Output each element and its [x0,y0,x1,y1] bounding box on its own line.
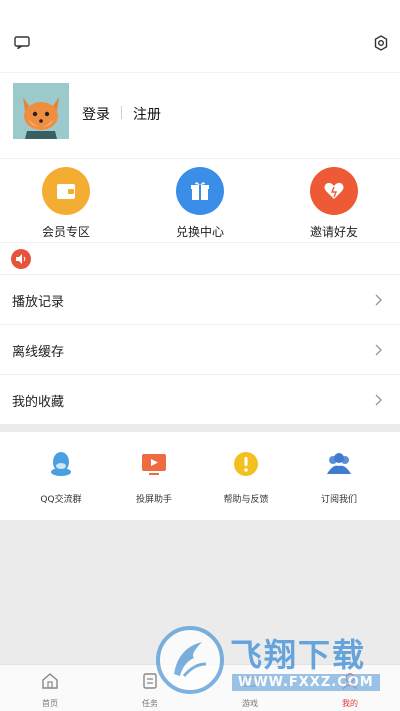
avatar[interactable] [13,83,69,139]
menu-play-history[interactable]: 播放记录 [0,274,400,324]
watermark-url: WWW.FXXZ.COM [232,674,380,691]
notice-bar[interactable] [0,242,400,274]
fox-avatar-icon [13,83,69,139]
tools-grid: QQ交流群 投屏助手 帮助与反馈 订阅我们 [0,432,400,520]
exchange-center-label: 兑换中心 [175,225,224,239]
tool-label: 订阅我们 [320,495,357,505]
watermark-logo-icon [156,626,224,694]
speaker-icon [11,249,31,269]
menu-list: 播放记录 离线缓存 我的收藏 [0,274,400,424]
people-icon [327,453,351,474]
message-icon[interactable] [14,36,30,49]
menu-label: 播放记录 [12,295,65,310]
menu-offline-cache[interactable]: 离线缓存 [0,324,400,374]
heart-icon [310,167,358,215]
cast-helper-button[interactable]: 投屏助手 [109,450,199,505]
wallet-icon [42,167,90,215]
vip-zone-label: 会员专区 [41,225,90,239]
divider [121,106,122,119]
profile-section: 登录 注册 [0,72,400,158]
invite-friends-button[interactable]: 邀请好友 [284,167,384,240]
chevron-right-icon [375,344,382,356]
help-feedback-button[interactable]: 帮助与反馈 [201,450,291,505]
menu-label: 离线缓存 [12,345,65,360]
subscribe-us-button[interactable]: 订阅我们 [294,450,384,505]
chevron-right-icon [375,394,382,406]
tab-home[interactable]: 首页 [20,671,80,709]
tool-label: QQ交流群 [40,495,82,505]
qq-group-button[interactable]: QQ交流群 [16,450,106,505]
chevron-right-icon [375,294,382,306]
help-icon [234,452,258,476]
home-icon [42,673,58,689]
gift-icon [176,167,224,215]
tool-label: 帮助与反馈 [223,495,269,505]
login-link[interactable]: 登录 [82,104,110,124]
tv-icon [142,454,166,475]
tool-label: 投屏助手 [135,495,172,505]
menu-label: 我的收藏 [12,395,65,410]
tab-label: 首页 [42,699,58,708]
watermark-title: 飞翔下载 [230,636,367,674]
vip-zone-button[interactable]: 会员专区 [16,167,116,240]
qq-icon [51,452,71,476]
invite-friends-label: 邀请好友 [309,225,358,239]
site-watermark: 飞翔下载 WWW.FXXZ.COM [152,620,388,700]
register-link[interactable]: 注册 [133,104,161,124]
top-bar [0,0,400,72]
quick-actions: 会员专区 兑换中心 邀请好友 [0,158,400,242]
settings-icon[interactable] [373,35,389,51]
exchange-center-button[interactable]: 兑换中心 [150,167,250,240]
menu-my-favorites[interactable]: 我的收藏 [0,374,400,424]
